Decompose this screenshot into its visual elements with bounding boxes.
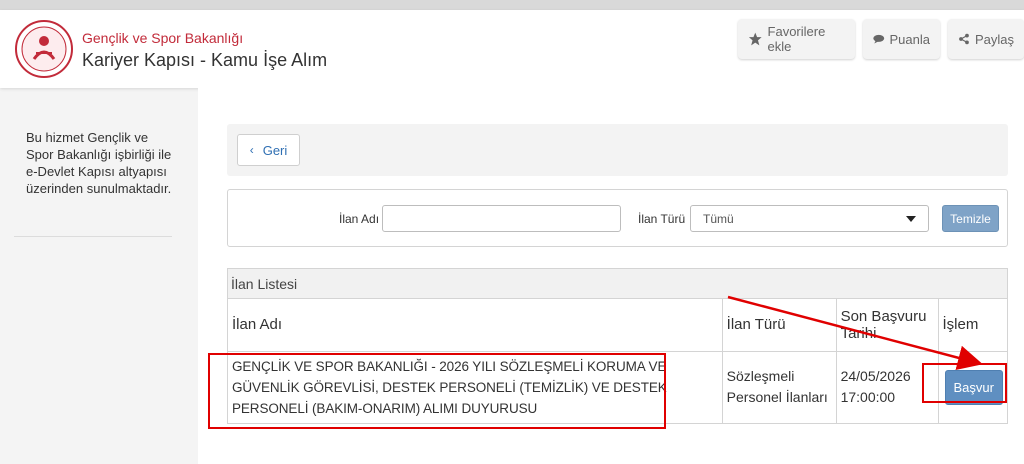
back-label: Geri: [262, 142, 288, 158]
back-button[interactable]: ‹ Geri: [237, 134, 300, 166]
ilan-adi-input[interactable]: [382, 205, 621, 232]
ilan-adi-label: İlan Adı: [339, 212, 380, 226]
listing-title: İlan Listesi: [228, 269, 1007, 299]
top-strip: [0, 0, 1024, 10]
comment-icon: [873, 34, 885, 44]
clear-button[interactable]: Temizle: [942, 205, 999, 232]
column-header-ilan-adi: İlan Adı: [228, 299, 723, 352]
sidebar-divider: [14, 236, 172, 237]
listing-type-cell: Sözleşmeli Personel İlanları: [721, 351, 837, 423]
column-header-ilan-turu: İlan Türü: [721, 299, 837, 352]
ilan-turu-select[interactable]: Tümü: [690, 205, 929, 232]
favorite-label: Favorilere ekle: [767, 24, 826, 54]
favorite-button[interactable]: Favorilere ekle: [738, 19, 855, 59]
share-icon: [959, 33, 969, 45]
rate-button[interactable]: Puanla: [863, 19, 940, 59]
sidebar-info-text: Bu hizmet Gençlik ve Spor Bakanlığı işbi…: [26, 130, 172, 196]
ilan-turu-label: İlan Türü: [638, 212, 686, 226]
table-header-row: İlan Adı İlan Türü Son Başvuru Tarihi İş…: [228, 299, 1007, 352]
share-label: Paylaş: [974, 31, 1014, 47]
share-button[interactable]: Paylaş: [948, 19, 1024, 59]
column-header-islem: İşlem: [937, 299, 1007, 352]
star-icon: [748, 32, 762, 46]
chevron-left-icon: ‹: [249, 143, 254, 157]
annotation-highlight-apply: [922, 363, 1007, 403]
ministry-name[interactable]: Gençlik ve Spor Bakanlığı: [82, 30, 243, 46]
ilan-turu-selected: Tümü: [703, 211, 734, 226]
ministry-logo-icon: [15, 20, 73, 78]
service-title: Kariyer Kapısı - Kamu İşe Alım: [82, 50, 328, 70]
column-header-son-basvuru: Son Başvuru Tarihi: [835, 299, 939, 352]
back-bar: [227, 124, 1008, 176]
annotation-highlight-listing: [208, 353, 666, 429]
rate-label: Puanla: [889, 31, 930, 47]
caret-down-icon: [906, 215, 916, 222]
